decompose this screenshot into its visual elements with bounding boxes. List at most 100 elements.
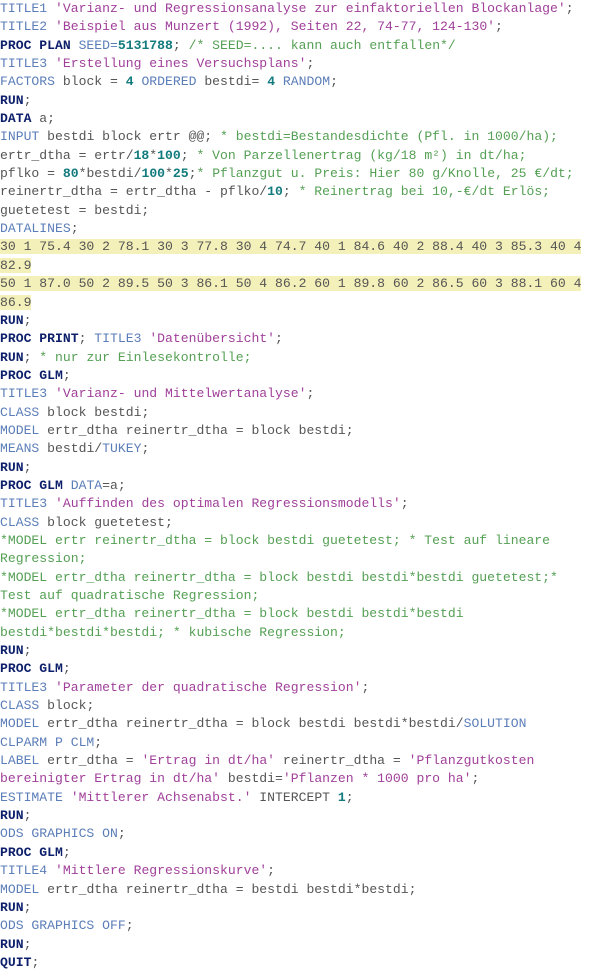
code-text-token: ; (23, 92, 32, 108)
code-text-token: ; (125, 918, 134, 934)
code-line: RUN; * nur zur Einlesekontrolle; (0, 349, 595, 367)
numeric-literal-token: 4 (125, 74, 134, 90)
statement-keyword-token: RUN (0, 936, 24, 952)
numeric-literal-token: 18 (133, 147, 150, 163)
code-line-content: PROC GLM DATA=a; (0, 478, 126, 493)
code-text-token: bestdi block ertr @@; (39, 129, 221, 145)
code-line-content: PROC GLM; (0, 845, 71, 860)
code-line: RUN; (0, 92, 595, 110)
code-line-content: MODEL ertr_dtha reinertr_dtha = block be… (0, 716, 526, 731)
datalines-value-token: 86.9 (0, 294, 32, 310)
datalines-row: 82.9 (0, 257, 595, 275)
code-text-token: ; (172, 37, 189, 53)
keyword-token: CLPARM P CLM (0, 734, 95, 750)
code-line-content: RUN; (0, 460, 31, 475)
string-literal-token: 'Varianz- und Mittelwertanalyse' (55, 386, 307, 402)
keyword-token: DATALINES (0, 221, 71, 237)
code-text-token: ; (23, 899, 32, 915)
keyword-token: MODEL (0, 716, 40, 732)
statement-keyword-token: RUN (0, 92, 24, 108)
code-line: CLASS block bestdi; (0, 404, 595, 422)
code-line: *MODEL ertr_dtha reinertr_dtha = block b… (0, 569, 595, 587)
keyword-token: LABEL (0, 753, 40, 769)
keyword-token: ORDERED (141, 74, 197, 90)
statement-keyword-token: PROC GLM (0, 367, 63, 383)
statement-keyword-token: RUN (0, 349, 24, 365)
code-text-token: =a; (102, 477, 126, 493)
code-line: TITLE3 'Auffinden des optimalen Regressi… (0, 495, 595, 513)
code-text-token: bestdi= (196, 74, 268, 90)
code-line: *MODEL ertr reinertr_dtha = block bestdi… (0, 532, 595, 550)
string-literal-token: 'Varianz- und Regressionsanalyse zur ein… (55, 1, 566, 16)
statement-keyword-token: PROC PRINT (0, 331, 79, 347)
code-text-token: reinertr_dtha = (275, 753, 409, 769)
code-text-token: ; (62, 844, 71, 860)
code-text-token: ertr_dtha = ertr/ (0, 147, 134, 163)
code-line: FACTORS block = 4 ORDERED bestdi= 4 RAND… (0, 73, 595, 91)
statement-keyword-token: PROC GLM (0, 661, 63, 677)
code-line-content: MODEL ertr_dtha reinertr_dtha = block be… (0, 423, 354, 438)
code-line: RUN; (0, 642, 595, 660)
code-line: TITLE3 'Parameter der quadratische Regre… (0, 679, 595, 697)
code-line-content: RUN; (0, 900, 31, 915)
code-line: PROC GLM; (0, 367, 595, 385)
code-text-token: block guetetest; (39, 514, 173, 530)
code-line-content: PROC GLM; (0, 661, 71, 676)
statement-keyword-token: RUN (0, 808, 24, 824)
code-text-token: * (165, 166, 173, 182)
code-line: ESTIMATE 'Mittlerer Achsenabst.' INTERCE… (0, 789, 595, 807)
code-line: MODEL ertr_dtha reinertr_dtha = bestdi b… (0, 881, 595, 899)
code-line: RUN; (0, 899, 595, 917)
code-line-content: MODEL ertr_dtha reinertr_dtha = bestdi b… (0, 882, 416, 897)
code-line-content: CLPARM P CLM; (0, 735, 102, 750)
code-text-token: ; (23, 459, 32, 475)
comment-token: * Von Parzellenertrag (kg/18 m²) in dt/h… (196, 147, 527, 163)
code-text-token: ; (471, 771, 480, 787)
code-line: RUN; (0, 459, 595, 477)
code-text-token: ; (23, 312, 32, 328)
code-line-content: 50 1 87.0 50 2 89.5 50 3 86.1 50 4 86.2 … (0, 276, 582, 292)
comment-token: bestdi*bestdi*bestdi; * kubische Regress… (0, 624, 346, 640)
code-line: Test auf quadratische Regression; (0, 587, 595, 605)
keyword-token: MEANS (0, 441, 40, 457)
code-line-content: TITLE3 'Parameter der quadratische Regre… (0, 680, 369, 695)
numeric-literal-token: 80 (62, 166, 79, 182)
keyword-token: TITLE3 (0, 679, 56, 695)
code-line-content: Test auf quadratische Regression; (0, 588, 259, 603)
code-line: MEANS bestdi/TUKEY; (0, 440, 595, 458)
keyword-token: TITLE3 (94, 331, 150, 347)
statement-keyword-token: QUIT (0, 954, 32, 970)
string-literal-token: 'Pflanzgutkosten (408, 753, 535, 769)
code-text-token: ; (361, 679, 370, 695)
statement-keyword-token: DATA (0, 111, 32, 127)
code-line-content: guetetest = bestdi; (0, 203, 149, 218)
string-literal-token: 'Erstellung eines Versuchsplans' (55, 56, 307, 72)
code-line-content: RUN; (0, 643, 31, 658)
string-literal-token: 'Datenübersicht' (149, 331, 276, 347)
comment-token: * nur zur Einlesekontrolle; (39, 349, 252, 365)
code-line-content: Regression; (0, 551, 86, 566)
code-line: reinertr_dtha = ertr_dtha - pflko/10; * … (0, 183, 595, 201)
keyword-token: CLASS (0, 404, 40, 420)
code-text-token: ; (117, 826, 126, 842)
code-line: pflko = 80*bestdi/100*25;* Pflanzgut u. … (0, 165, 595, 183)
string-literal-token: 'Pflanzen * 1000 pro ha' (282, 771, 472, 787)
code-line-content: TITLE1 'Varianz- und Regressionsanalyse … (0, 1, 574, 16)
code-line: Regression; (0, 550, 595, 568)
code-text-token: ; (62, 367, 71, 383)
code-line: TITLE1 'Varianz- und Regressionsanalyse … (0, 0, 595, 18)
code-line-content: ESTIMATE 'Mittlerer Achsenabst.' INTERCE… (0, 790, 354, 805)
code-text-token: block = (55, 74, 126, 90)
code-line-content: QUIT; (0, 955, 39, 970)
code-text-token: ; (23, 936, 32, 952)
code-line: PROC PLAN SEED=5131788; /* SEED=.... kan… (0, 37, 595, 55)
comment-token: *MODEL ertr reinertr_dtha = block bestdi… (0, 532, 551, 548)
code-line: ODS GRAPHICS OFF; (0, 917, 595, 935)
code-text-token: ; (495, 19, 503, 35)
code-text-token: * (149, 147, 158, 163)
code-line-content: *MODEL ertr reinertr_dtha = block bestdi… (0, 533, 550, 548)
code-text-token: ertr_dtha reinertr_dtha = bestdi bestdi*… (39, 881, 417, 897)
code-text-token: *bestdi/ (78, 166, 142, 182)
code-line-content: INPUT bestdi block ertr @@; * bestdi=Bes… (0, 129, 558, 144)
code-text-token: ; (267, 863, 276, 879)
